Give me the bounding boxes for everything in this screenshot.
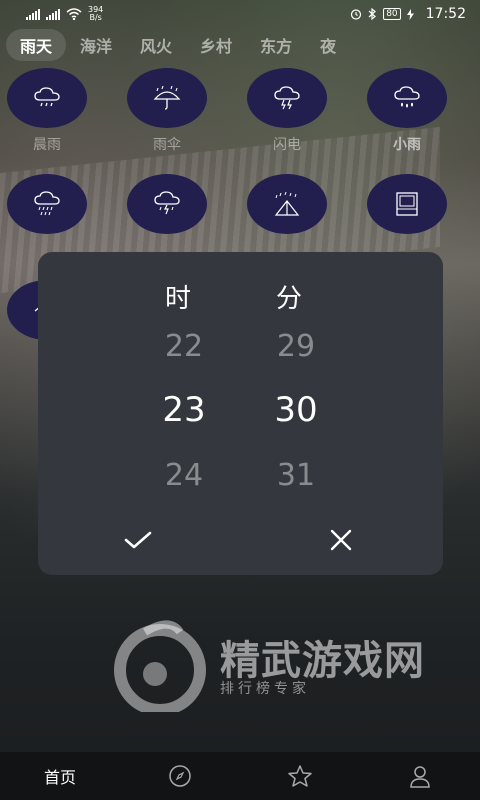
tab-ocean[interactable]: 海洋	[66, 29, 126, 61]
star-icon	[288, 765, 312, 787]
nav-favorites[interactable]	[240, 764, 360, 788]
close-icon	[330, 529, 352, 551]
wifi-icon	[66, 8, 82, 20]
minute-header: 分	[276, 284, 303, 314]
hour-option[interactable]: 22	[144, 329, 224, 364]
tab-oriental[interactable]: 东方	[246, 29, 306, 61]
sound-item[interactable]: 小雨	[366, 68, 448, 154]
sound-item[interactable]	[366, 174, 448, 240]
signal-icon	[46, 8, 60, 20]
rain-cloud-icon	[34, 87, 60, 107]
watermark-logo	[114, 620, 206, 712]
heavy-rain-cloud-icon	[34, 191, 60, 216]
sound-item[interactable]	[6, 174, 88, 240]
tab-rain[interactable]: 雨天	[6, 29, 67, 61]
tab-village[interactable]: 乡村	[186, 29, 246, 61]
watermark-subtitle: 排行榜专家	[220, 681, 310, 697]
bluetooth-icon	[368, 8, 377, 20]
sound-button[interactable]	[7, 68, 87, 128]
confirm-button[interactable]	[118, 524, 158, 556]
check-icon	[124, 531, 152, 549]
net-speed: 394 B/s	[88, 6, 103, 22]
nav-discover[interactable]	[120, 764, 240, 788]
nav-profile[interactable]	[360, 764, 480, 788]
status-bar: 394 B/s 80 17:52	[0, 0, 480, 28]
nav-home[interactable]: 首页	[0, 764, 120, 788]
signal-icon	[26, 8, 40, 20]
minute-selected[interactable]: 30	[256, 390, 336, 430]
minute-option[interactable]: 29	[256, 329, 336, 364]
hour-option[interactable]: 24	[144, 458, 224, 493]
alarm-icon	[351, 9, 362, 20]
sound-button[interactable]	[247, 174, 327, 234]
hour-header: 时	[165, 284, 192, 314]
sound-button[interactable]	[367, 68, 447, 128]
watermark: 精武游戏网 排行榜专家	[110, 612, 460, 712]
status-left: 394 B/s	[26, 6, 103, 22]
tab-night[interactable]: 夜	[306, 29, 350, 61]
sound-item[interactable]: 雨伞	[126, 68, 208, 154]
time-picker-dialog: 时 分 22 23 24 29 30 31	[38, 252, 443, 575]
clock: 17:52	[425, 6, 466, 22]
minute-option[interactable]: 31	[256, 458, 336, 493]
umbrella-rain-icon	[153, 85, 181, 110]
sound-label: 雨伞	[153, 137, 181, 153]
net-speed-unit: B/s	[89, 13, 102, 22]
sound-button[interactable]	[7, 174, 87, 234]
sound-button[interactable]	[127, 174, 207, 234]
sound-label: 晨雨	[33, 137, 61, 153]
window-icon	[396, 192, 418, 216]
battery-indicator: 80	[383, 8, 401, 20]
storm-cloud-icon	[154, 191, 180, 215]
thunder-cloud-icon	[274, 86, 300, 110]
hour-selected[interactable]: 23	[144, 390, 224, 430]
tab-wind-fire[interactable]: 风火	[126, 29, 186, 61]
sound-item[interactable]: 闪电	[246, 68, 328, 154]
cancel-button[interactable]	[321, 524, 361, 556]
sound-button[interactable]	[367, 174, 447, 234]
tent-rain-icon	[274, 191, 300, 216]
sound-item[interactable]: 晨雨	[6, 68, 88, 154]
bottom-nav: 首页	[0, 752, 480, 800]
status-right: 80 17:52	[350, 6, 466, 22]
sound-item[interactable]	[126, 174, 208, 240]
sound-label: 闪电	[273, 137, 301, 153]
user-icon	[410, 766, 430, 788]
category-tabs: 雨天 海洋 风火 乡村 东方 夜	[0, 28, 480, 62]
charging-icon	[406, 8, 414, 20]
sound-label: 小雨	[393, 137, 421, 153]
light-rain-cloud-icon	[394, 86, 420, 108]
sound-button[interactable]	[127, 68, 207, 128]
sound-button[interactable]	[247, 68, 327, 128]
sound-item[interactable]	[246, 174, 328, 240]
compass-icon	[169, 765, 191, 787]
